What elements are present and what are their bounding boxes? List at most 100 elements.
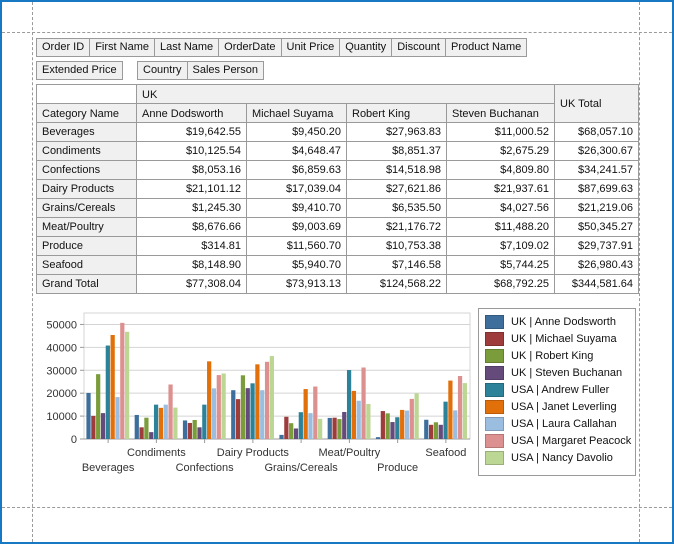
table-row[interactable]: Dairy Products$21,101.12$17,039.04$27,62…	[37, 180, 639, 199]
chart-bar-6-6[interactable]	[405, 411, 409, 439]
chart-bar-6-0[interactable]	[376, 437, 380, 439]
legend-item-8[interactable]: USA | Nancy Davolio	[485, 450, 629, 466]
pivot-cell-5-2[interactable]: $21,176.72	[347, 218, 447, 237]
chart-bar-0-8[interactable]	[125, 332, 129, 439]
table-row[interactable]: Beverages$19,642.55$9,450.20$27,963.83$1…	[37, 123, 639, 142]
pivot-field-button-4[interactable]: Unit Price	[281, 38, 341, 57]
pivot-row-total-0[interactable]: $68,057.10	[555, 123, 639, 142]
chart-bar-5-6[interactable]	[357, 401, 361, 439]
chart-bar-7-6[interactable]	[453, 410, 457, 439]
chart-bar-2-5[interactable]	[207, 361, 211, 439]
pivot-cell-2-3[interactable]: $4,809.80	[447, 161, 555, 180]
pivot-row-total-4[interactable]: $21,219.06	[555, 199, 639, 218]
pivot-field-button-7[interactable]: Product Name	[445, 38, 527, 57]
chart-bar-4-8[interactable]	[318, 419, 322, 439]
chart-bar-6-2[interactable]	[386, 413, 390, 439]
pivot-chart[interactable]: 01000020000300004000050000BeveragesCondi…	[36, 305, 476, 485]
pivot-cell-6-1[interactable]: $11,560.70	[247, 237, 347, 256]
chart-bar-1-0[interactable]	[135, 415, 139, 439]
pivot-field-button-1[interactable]: First Name	[89, 38, 155, 57]
chart-bar-7-7[interactable]	[458, 376, 462, 439]
pivot-row-header-7[interactable]: Seafood	[37, 256, 137, 275]
pivot-cell-8-0[interactable]: $77,308.04	[137, 275, 247, 294]
pivot-cell-8-2[interactable]: $124,568.22	[347, 275, 447, 294]
chart-bar-0-4[interactable]	[106, 346, 110, 439]
chart-bar-6-4[interactable]	[395, 417, 399, 439]
pivot-data-field-button-0[interactable]: Extended Price	[36, 61, 123, 80]
pivot-cell-7-1[interactable]: $5,940.70	[247, 256, 347, 275]
chart-bar-1-2[interactable]	[144, 418, 148, 439]
pivot-column-group-header[interactable]: UK	[137, 85, 555, 104]
pivot-row-header-6[interactable]: Produce	[37, 237, 137, 256]
table-row[interactable]: Condiments$10,125.54$4,648.47$8,851.37$2…	[37, 142, 639, 161]
pivot-cell-7-0[interactable]: $8,148.90	[137, 256, 247, 275]
chart-bar-0-6[interactable]	[115, 397, 119, 439]
pivot-table[interactable]: UK UK Total Category Name Anne Dodsworth…	[36, 84, 639, 294]
chart-bar-6-8[interactable]	[415, 393, 419, 439]
pivot-field-button-5[interactable]: Quantity	[339, 38, 392, 57]
pivot-cell-0-2[interactable]: $27,963.83	[347, 123, 447, 142]
chart-bar-6-7[interactable]	[410, 399, 414, 439]
chart-bar-3-4[interactable]	[250, 383, 254, 439]
chart-bar-0-1[interactable]	[91, 416, 95, 439]
pivot-row-header-3[interactable]: Dairy Products	[37, 180, 137, 199]
chart-bar-5-8[interactable]	[366, 404, 370, 439]
pivot-cell-3-3[interactable]: $21,937.61	[447, 180, 555, 199]
chart-bar-5-5[interactable]	[352, 391, 356, 439]
pivot-cell-4-1[interactable]: $9,410.70	[247, 199, 347, 218]
pivot-cell-4-3[interactable]: $4,027.56	[447, 199, 555, 218]
pivot-cell-4-0[interactable]: $1,245.30	[137, 199, 247, 218]
chart-bar-0-7[interactable]	[120, 323, 124, 439]
pivot-cell-5-3[interactable]: $11,488.20	[447, 218, 555, 237]
legend-item-7[interactable]: USA | Margaret Peacock	[485, 433, 629, 449]
chart-bar-3-7[interactable]	[265, 362, 269, 439]
pivot-row-total-5[interactable]: $50,345.27	[555, 218, 639, 237]
chart-bar-7-3[interactable]	[439, 425, 443, 439]
chart-bar-7-5[interactable]	[448, 381, 452, 439]
pivot-cell-5-0[interactable]: $8,676.66	[137, 218, 247, 237]
pivot-row-header-1[interactable]: Condiments	[37, 142, 137, 161]
legend-item-2[interactable]: UK | Robert King	[485, 348, 629, 364]
pivot-field-button-0[interactable]: Order ID	[36, 38, 90, 57]
chart-bar-1-5[interactable]	[159, 408, 163, 439]
pivot-total-header[interactable]: UK Total	[555, 85, 639, 123]
pivot-row-header-4[interactable]: Grains/Cereals	[37, 199, 137, 218]
pivot-row-header-8[interactable]: Grand Total	[37, 275, 137, 294]
pivot-row-header-2[interactable]: Confections	[37, 161, 137, 180]
pivot-cell-6-0[interactable]: $314.81	[137, 237, 247, 256]
pivot-column-header-1[interactable]: Michael Suyama	[247, 104, 347, 123]
chart-bar-7-2[interactable]	[434, 422, 438, 439]
chart-bar-5-7[interactable]	[361, 368, 365, 439]
pivot-cell-8-1[interactable]: $73,913.13	[247, 275, 347, 294]
legend-item-6[interactable]: USA | Laura Callahan	[485, 416, 629, 432]
pivot-cell-3-2[interactable]: $27,621.86	[347, 180, 447, 199]
chart-bar-3-3[interactable]	[246, 388, 250, 439]
chart-bar-7-1[interactable]	[429, 425, 433, 439]
pivot-corner-label[interactable]: Category Name	[37, 104, 137, 123]
pivot-cell-4-2[interactable]: $6,535.50	[347, 199, 447, 218]
pivot-cell-7-2[interactable]: $7,146.58	[347, 256, 447, 275]
pivot-cell-1-2[interactable]: $8,851.37	[347, 142, 447, 161]
pivot-row-total-3[interactable]: $87,699.63	[555, 180, 639, 199]
chart-bar-1-3[interactable]	[149, 432, 153, 439]
table-row[interactable]: Grains/Cereals$1,245.30$9,410.70$6,535.5…	[37, 199, 639, 218]
chart-bar-7-0[interactable]	[424, 420, 428, 439]
pivot-row-total-2[interactable]: $34,241.57	[555, 161, 639, 180]
chart-bar-0-0[interactable]	[86, 393, 90, 439]
chart-bar-5-1[interactable]	[332, 418, 336, 439]
chart-bar-4-3[interactable]	[294, 428, 298, 439]
pivot-cell-6-2[interactable]: $10,753.38	[347, 237, 447, 256]
pivot-cell-2-0[interactable]: $8,053.16	[137, 161, 247, 180]
chart-bar-3-8[interactable]	[270, 356, 274, 439]
chart-bar-2-4[interactable]	[202, 405, 206, 439]
table-row[interactable]: Confections$8,053.16$6,859.63$14,518.98$…	[37, 161, 639, 180]
chart-bar-2-3[interactable]	[197, 427, 201, 439]
chart-bar-0-5[interactable]	[111, 335, 115, 439]
chart-bar-5-2[interactable]	[337, 419, 341, 439]
chart-bar-7-4[interactable]	[443, 402, 447, 439]
pivot-column-field-button-1[interactable]: Sales Person	[187, 61, 264, 80]
pivot-cell-2-2[interactable]: $14,518.98	[347, 161, 447, 180]
pivot-column-header-0[interactable]: Anne Dodsworth	[137, 104, 247, 123]
chart-bar-1-8[interactable]	[173, 408, 177, 439]
pivot-row-total-6[interactable]: $29,737.91	[555, 237, 639, 256]
